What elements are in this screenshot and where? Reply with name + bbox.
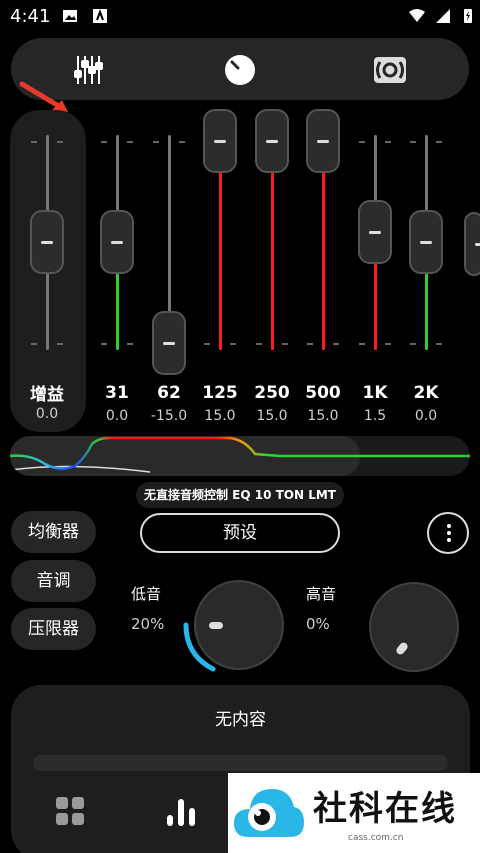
limiter-button[interactable]: 压限器 xyxy=(11,608,96,650)
eq-band-value: 1.5 xyxy=(363,408,387,424)
bars-icon[interactable] xyxy=(166,795,196,827)
more-dot xyxy=(447,531,451,535)
tick xyxy=(359,343,365,345)
eq-band-label: 1K xyxy=(362,383,388,403)
gain-value: 0.0 xyxy=(35,406,59,422)
current-preset-name: 无直接音频控制 EQ 10 TON LMT xyxy=(136,482,344,508)
eq-band-fill xyxy=(425,270,428,350)
tone-button[interactable]: 音调 xyxy=(11,560,96,602)
tick xyxy=(57,343,63,345)
more-options-button[interactable] xyxy=(427,512,469,554)
watermark-url: cass.com.cn xyxy=(348,833,404,843)
eq-band-value: 0.0 xyxy=(414,408,438,424)
eq-band-value: 15.0 xyxy=(256,408,288,424)
eq-band-handle[interactable] xyxy=(306,109,340,173)
bass-label: 低音 xyxy=(131,585,162,603)
more-dot xyxy=(447,538,451,542)
tick xyxy=(127,343,133,345)
eq-band-fill xyxy=(374,260,377,350)
signal-icon xyxy=(436,9,450,23)
treble-knob[interactable] xyxy=(369,582,459,672)
eq-band-label: 31 xyxy=(105,383,129,403)
eq-band-handle[interactable] xyxy=(409,210,443,274)
top-tab-bar xyxy=(11,38,469,100)
tick xyxy=(410,343,416,345)
gain-slider-handle[interactable] xyxy=(30,210,64,274)
eq-band-value: -15.0 xyxy=(150,408,188,424)
status-time: 4:41 xyxy=(10,6,51,27)
eq-band-label: 500 xyxy=(305,383,341,403)
tick xyxy=(436,141,442,143)
eq-band-value: 15.0 xyxy=(204,408,236,424)
eq-band-handle-partial[interactable] xyxy=(464,212,480,276)
tick xyxy=(385,343,391,345)
tick xyxy=(57,141,63,143)
eq-band-label: 125 xyxy=(202,383,238,403)
watermark-title: 社科在线 xyxy=(313,789,457,829)
image-icon xyxy=(63,10,77,22)
eq-band-value: 0.0 xyxy=(105,408,129,424)
eq-band-label: 250 xyxy=(254,383,290,403)
tick xyxy=(282,343,288,345)
app-notification-icon xyxy=(93,9,107,23)
eq-band-handle[interactable] xyxy=(203,109,237,173)
eq-band-fill xyxy=(322,169,325,350)
status-bar: 4:41 xyxy=(0,0,480,32)
eq-curve xyxy=(10,436,470,476)
battery-icon xyxy=(464,9,472,23)
bass-value: 20% xyxy=(131,615,165,633)
tick xyxy=(359,141,365,143)
eq-band-fill xyxy=(271,169,274,350)
sliders-icon[interactable] xyxy=(71,52,107,88)
bass-knob-indicator xyxy=(209,622,223,629)
eq-band-label: 62 xyxy=(157,383,181,403)
tick xyxy=(31,343,37,345)
tick xyxy=(256,343,262,345)
tick xyxy=(101,343,107,345)
wifi-icon xyxy=(409,9,425,22)
eq-band-label: 2K xyxy=(413,383,439,403)
eq-band-handle[interactable] xyxy=(358,200,392,264)
preset-button[interactable]: 预设 xyxy=(140,513,340,553)
tick xyxy=(230,343,236,345)
eq-curve-display xyxy=(10,436,470,476)
treble-value: 0% xyxy=(306,615,330,633)
surround-icon[interactable] xyxy=(372,52,408,88)
tick xyxy=(153,141,159,143)
tick xyxy=(333,343,339,345)
empty-content-text: 无内容 xyxy=(215,710,266,730)
eq-band-fill xyxy=(116,270,119,350)
tick xyxy=(385,141,391,143)
eq-band-handle[interactable] xyxy=(100,210,134,274)
cloud-logo-icon xyxy=(234,789,304,837)
tick xyxy=(31,141,37,143)
eq-band-handle[interactable] xyxy=(152,311,186,375)
tick xyxy=(307,343,313,345)
grid-icon[interactable] xyxy=(55,795,85,827)
equalizer-button[interactable]: 均衡器 xyxy=(11,511,96,553)
tick xyxy=(101,141,107,143)
tick xyxy=(436,343,442,345)
tick xyxy=(127,141,133,143)
tick xyxy=(410,141,416,143)
treble-label: 高音 xyxy=(306,585,337,603)
more-dot xyxy=(447,524,451,528)
bass-knob[interactable] xyxy=(194,580,284,670)
eq-band-fill xyxy=(219,169,222,350)
gain-label: 增益 xyxy=(30,385,64,405)
eq-band-handle[interactable] xyxy=(255,109,289,173)
watermark: 社科在线 cass.com.cn xyxy=(228,773,480,853)
treble-knob-indicator xyxy=(394,640,410,657)
eq-band-value: 15.0 xyxy=(307,408,339,424)
tick xyxy=(179,141,185,143)
knob-icon[interactable] xyxy=(222,52,258,88)
tick xyxy=(204,343,210,345)
playback-progress[interactable] xyxy=(33,755,448,771)
